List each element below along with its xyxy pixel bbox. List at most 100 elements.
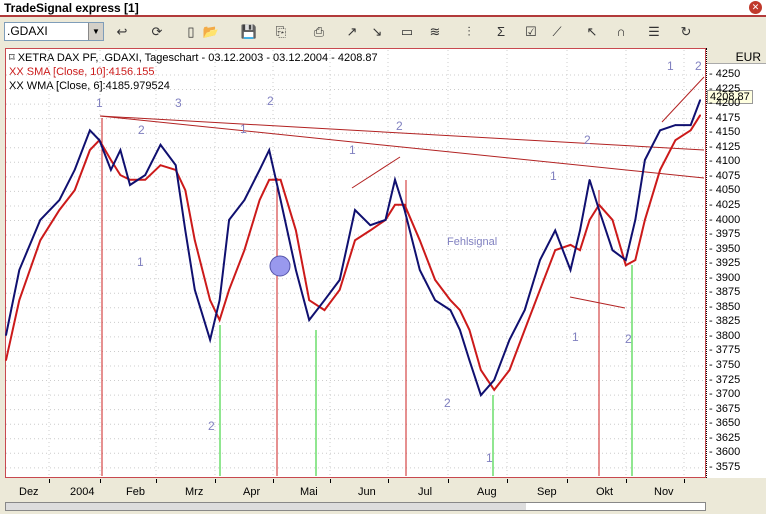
wma-point <box>579 229 581 232</box>
sma-point <box>279 178 282 181</box>
wma-point <box>73 169 76 171</box>
sma-point <box>508 369 511 371</box>
sma-point <box>73 189 76 192</box>
wma-point <box>459 329 461 331</box>
sma-point <box>674 139 677 141</box>
sma-point <box>588 219 591 221</box>
sma-point <box>39 239 42 242</box>
sma-point <box>394 203 396 206</box>
sma-point <box>634 259 637 261</box>
wma-point <box>449 309 452 311</box>
wma-point <box>184 229 187 232</box>
wave-label: 1 <box>486 451 493 465</box>
wma-point <box>58 199 61 201</box>
wma-point <box>39 219 42 221</box>
wma-point <box>434 299 436 302</box>
wave-label: 1 <box>137 255 144 269</box>
wma-point <box>5 334 7 336</box>
wma-point <box>699 99 701 101</box>
sma-point <box>659 169 661 171</box>
sma-point <box>18 299 21 302</box>
sma-point <box>218 319 221 321</box>
sma-point <box>338 288 341 291</box>
sma-point <box>295 229 297 232</box>
wave-label: 1 <box>667 59 674 73</box>
sma-point <box>699 114 701 116</box>
sma-point <box>434 279 436 281</box>
wma-point <box>18 269 21 271</box>
wma-point <box>209 339 211 341</box>
wave-label: 1 <box>550 169 557 183</box>
wma-point <box>508 339 511 341</box>
sma-point <box>323 309 326 311</box>
sma-point <box>110 159 112 161</box>
sma-point <box>523 329 526 331</box>
wma-point <box>110 169 112 171</box>
wave-label: 1 <box>240 122 247 136</box>
wma-point <box>625 259 627 261</box>
sma-point <box>354 239 356 242</box>
fehlsignal-marker <box>269 255 291 277</box>
wma-point <box>308 319 311 321</box>
sma-point <box>480 369 482 371</box>
wave-label: 2 <box>267 94 274 108</box>
sma-point <box>569 244 572 246</box>
wma-point <box>403 209 406 211</box>
wma-point <box>144 174 147 176</box>
wma-point <box>611 249 614 251</box>
sma-point <box>89 149 91 151</box>
wma-point <box>194 288 196 291</box>
wma-point <box>268 149 270 151</box>
wave-label: 2 <box>208 419 215 433</box>
sma-point <box>554 249 557 251</box>
fehlsignal-label: Fehlsignal <box>447 236 498 248</box>
wma-point <box>354 209 356 211</box>
wma-point <box>468 359 471 361</box>
wma-point <box>554 229 557 232</box>
sma-point <box>159 164 162 167</box>
sma-point <box>611 219 614 221</box>
wma-point <box>384 219 387 221</box>
wma-point <box>323 299 326 302</box>
wave-label: 2 <box>625 332 632 346</box>
wma-point <box>338 279 341 281</box>
sma-point <box>268 178 270 181</box>
sma-point <box>459 309 461 311</box>
wma-point <box>634 219 637 221</box>
wma-point <box>644 159 646 161</box>
sma-point <box>258 199 261 201</box>
wma-point <box>129 184 131 186</box>
wma-point <box>539 259 541 261</box>
wma-point <box>598 209 600 211</box>
trendline <box>569 296 626 309</box>
sma-point <box>184 189 187 192</box>
wma-point <box>98 139 101 141</box>
sma-point <box>5 359 7 361</box>
wave-label: 1 <box>572 330 579 344</box>
wma-point <box>659 129 661 132</box>
wma-point <box>228 219 230 221</box>
trendline <box>351 156 401 189</box>
sma-point <box>579 249 581 251</box>
wma-point <box>258 169 261 171</box>
wma-point <box>523 309 526 311</box>
wave-label: 2 <box>444 396 451 410</box>
trendline <box>661 76 705 123</box>
sma-point <box>243 249 246 251</box>
wma-point <box>218 299 221 302</box>
sma-point <box>644 219 646 221</box>
sma-point <box>468 329 471 331</box>
sma-point <box>449 299 452 302</box>
sma-point <box>144 178 147 181</box>
wma-point <box>279 199 282 201</box>
wave-label: 2 <box>695 59 702 73</box>
wma-point <box>394 178 396 181</box>
wma-point <box>89 129 91 132</box>
wma-point <box>419 269 421 271</box>
wave-label: 1 <box>96 96 103 110</box>
wma-point <box>295 269 297 271</box>
wma-point <box>159 144 162 146</box>
wma-point <box>674 124 677 126</box>
wma-point <box>480 394 482 396</box>
wave-label: 1 <box>349 143 356 157</box>
